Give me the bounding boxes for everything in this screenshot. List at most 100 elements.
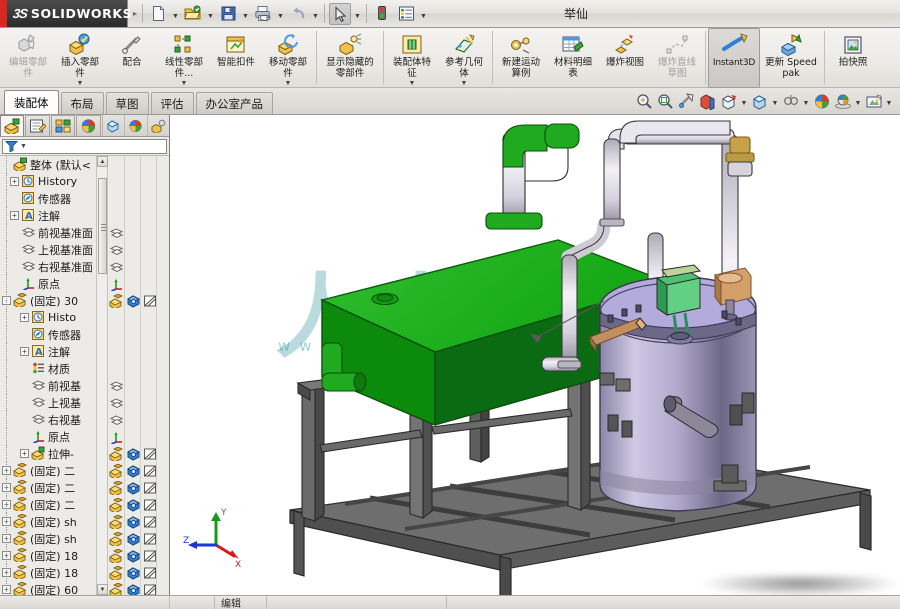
scroll-thumb[interactable] [98,178,107,274]
hide-show-items-caret[interactable]: ▼ [801,91,811,112]
tree-vertical-scrollbar[interactable]: ▲ ▼ [96,156,108,595]
undo-button[interactable] [287,3,309,25]
tab-office-products[interactable]: 办公室产品 [195,92,273,114]
ribbon-linear-pattern[interactable]: 线性零部件... ▼ [158,28,210,88]
ribbon-dropdown-caret[interactable]: ▼ [77,80,84,87]
body-icon [125,293,142,308]
ribbon-insert-component[interactable]: 插入零部件 ▼ [54,28,106,88]
body-icon [127,566,141,580]
ribbon-explode-line-sketch[interactable]: 爆炸直线草图 [651,28,703,88]
ribbon-move-component[interactable]: 移动零部件 ▼ [262,28,314,88]
plane-icon [108,225,125,240]
tree-expander[interactable]: + [20,313,29,322]
view-settings-button[interactable] [863,91,884,112]
previous-view-button[interactable] [676,91,697,112]
scroll-up-arrow[interactable]: ▲ [97,156,108,167]
tree-expander[interactable]: + [20,347,29,356]
display-style-caret[interactable]: ▼ [770,91,780,112]
feature-manager-tab[interactable] [0,115,25,136]
property-manager-tab[interactable] [25,115,50,136]
tree-connector [6,394,7,411]
apply-scene-button[interactable] [832,91,853,112]
ribbon-exploded-view[interactable]: 爆炸视图 [599,28,651,88]
filter-funnel-icon [5,141,18,152]
view-orientation-caret[interactable]: ▼ [739,91,749,112]
display-style-button[interactable] [749,91,770,112]
edit-component-icon [16,33,40,57]
ribbon-smart-fastener[interactable]: 智能扣件 [210,28,262,88]
view-orientation-button[interactable] [718,91,739,112]
tree-filter-input[interactable]: ▼ [2,138,167,154]
save-document-caret[interactable]: ▼ [240,3,251,25]
tab-sketch[interactable]: 草图 [105,92,149,114]
body-icon [125,514,142,529]
tab-assembly[interactable]: 装配体 [4,90,59,114]
tree-expander[interactable]: + [20,449,29,458]
open-document-caret[interactable]: ▼ [205,3,216,25]
ribbon-show-hidden-components[interactable]: 显示隐藏的零部件 [319,28,381,88]
solidworks-logo[interactable]: 3S SOLIDWORKS [0,0,132,27]
ribbon-update-speedpak[interactable]: 更新 Speedpak [760,28,822,88]
configuration-manager-tab[interactable] [50,115,76,136]
assembly-3d-model [289,120,872,595]
tree-connector [6,309,7,326]
tree-icon-row [108,581,159,595]
feature-tree[interactable]: 整体 (默认<+History传感器+A注解前视基准面上视基准面右视基准面原点-… [0,156,169,595]
undo-caret[interactable]: ▼ [310,3,321,25]
ribbon-dropdown-caret[interactable]: ▼ [285,80,292,87]
tab-evaluate[interactable]: 评估 [150,92,194,114]
view-settings-caret[interactable]: ▼ [884,91,894,112]
graphics-viewport[interactable]: 人人文库 www.renrendoc.com [170,115,900,595]
zoom-to-area-button[interactable] [655,91,676,112]
section-view-button[interactable] [697,91,718,112]
tree-icon-row [108,258,125,275]
print-document-caret[interactable]: ▼ [275,3,286,25]
tree-connector [6,496,7,513]
new-document-caret[interactable]: ▼ [170,3,181,25]
display-state-pane-button[interactable] [146,115,169,136]
appearance-pane-button[interactable] [124,115,146,136]
hatch-icon [144,295,156,306]
scroll-down-arrow[interactable]: ▼ [97,584,108,595]
select-caret[interactable]: ▼ [352,3,363,25]
annotations-icon: A [21,208,36,223]
tree-item-label: (固定) 30 [30,294,79,308]
open-document-button[interactable] [182,3,204,25]
ribbon-instant3d[interactable]: Instant3D [708,28,760,88]
print-document-button[interactable] [252,3,274,25]
ribbon-reference-geometry[interactable]: 参考几何体 ▼ [438,28,490,88]
hide-show-pane-button[interactable] [101,115,124,136]
ribbon-dropdown-caret[interactable]: ▼ [461,80,468,87]
tree-icon-row [108,445,159,462]
rebuild-button[interactable] [371,3,393,25]
ribbon-bill-of-materials[interactable]: 材料明细表 [547,28,599,88]
ribbon-snapshot[interactable]: 拍快照 [827,28,879,88]
ribbon-new-motion-study[interactable]: 新建运动算例 [495,28,547,88]
tree-expander[interactable]: + [10,177,19,186]
options-button[interactable] [395,3,417,25]
ribbon-mate[interactable]: 配合 [106,28,158,88]
solidworks-window: 3S SOLIDWORKS ▸ ▼ ▼ ▼ ▼ ▼ ▼ ▼ 举仙 编辑零部件 插… [0,0,900,609]
ribbon-dropdown-caret[interactable]: ▼ [181,80,188,87]
show-hidden-components-icon [338,33,362,57]
apply-scene-caret[interactable]: ▼ [853,91,863,112]
part-icon [108,480,125,495]
save-document-button[interactable] [217,3,239,25]
ribbon-edit-component[interactable]: 编辑零部件 [2,28,54,88]
display-manager-tab[interactable] [76,115,101,136]
filter-caret[interactable]: ▼ [20,143,27,150]
tab-layout[interactable]: 布局 [60,92,104,114]
hide-show-items-button[interactable] [780,91,801,112]
edit-appearance-button[interactable] [811,91,832,112]
ribbon-label: 移动零部件 [268,57,307,79]
new-document-button[interactable] [147,3,169,25]
ribbon-assembly-feature[interactable]: 装配体特征 ▼ [386,28,438,88]
tree-icon-row [108,275,125,292]
tree-expander[interactable]: + [10,211,19,220]
select-button[interactable] [329,2,351,25]
options-caret[interactable]: ▼ [418,3,429,25]
ribbon-dropdown-caret[interactable]: ▼ [409,80,416,87]
zoom-to-fit-button[interactable] [634,91,655,112]
undo-arrow-icon [293,7,304,19]
